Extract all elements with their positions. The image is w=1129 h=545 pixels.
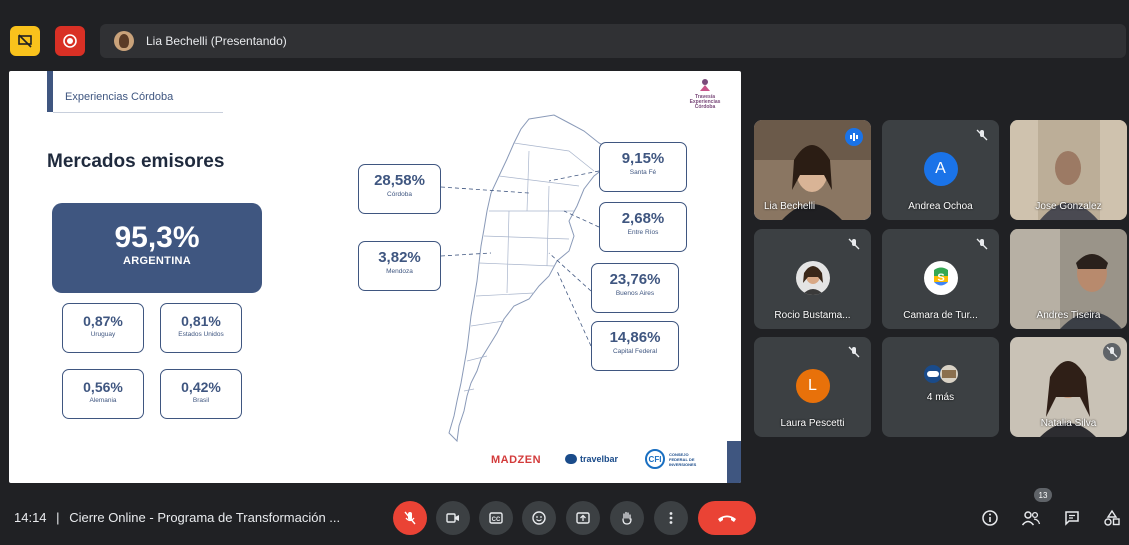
sponsor-travelbar: travelbar	[565, 454, 618, 464]
mic-off-icon	[976, 238, 988, 250]
present-toggle-button[interactable]	[10, 26, 40, 56]
captions-icon: CC	[489, 512, 503, 524]
reactions-button[interactable]	[522, 501, 556, 535]
people-icon	[1021, 511, 1041, 526]
people-button[interactable]	[1019, 506, 1043, 530]
mic-off-icon	[976, 129, 988, 141]
mic-off-icon	[1103, 343, 1121, 361]
more-vert-icon	[669, 512, 673, 524]
chat-icon	[1065, 511, 1079, 526]
tile-laura-pescetti[interactable]: L Laura Pescetti	[754, 337, 871, 437]
present-now-button[interactable]	[566, 501, 600, 535]
meeting-details-button[interactable]	[978, 506, 1002, 530]
avatar: L	[795, 369, 830, 403]
bottom-bar: 14:14 | Cierre Online - Programa de Tran…	[0, 488, 1129, 542]
map-stat-buenos-aires: 23,76% Buenos Aires	[591, 263, 679, 313]
map-stat-entre-rios: 2,68% Entre Ríos	[599, 202, 687, 252]
map-outline	[448, 114, 615, 443]
presenter-name: Lia Bechelli (Presentando)	[146, 34, 287, 48]
activities-button[interactable]	[1100, 506, 1124, 530]
map-province-lines	[463, 142, 595, 392]
record-icon	[63, 34, 77, 48]
presentation-off-icon	[18, 34, 32, 48]
tile-lia-bechelli[interactable]: Lia Bechelli	[754, 120, 871, 220]
raise-hand-button[interactable]	[610, 501, 644, 535]
presenter-avatar	[114, 31, 134, 51]
hand-icon	[622, 511, 632, 525]
tile-jose-gonzalez[interactable]: Jose Gonzalez	[1010, 120, 1127, 220]
captions-button[interactable]: CC	[479, 501, 513, 535]
shared-slide: Experiencias Córdoba Travesía Experienci…	[9, 71, 741, 483]
mic-toggle-button[interactable]	[393, 501, 427, 535]
avatar: A	[923, 152, 958, 186]
participant-name: Rocio Bustama...	[774, 310, 851, 321]
more-label: 4 más	[926, 392, 955, 403]
participant-name: Camara de Tur...	[903, 310, 978, 321]
travelbar-logo-icon	[565, 454, 577, 464]
speaking-indicator-icon	[845, 128, 863, 146]
camera-toggle-button[interactable]	[436, 501, 470, 535]
mic-off-icon	[848, 238, 860, 250]
tile-andrea-ochoa[interactable]: A Andrea Ochoa	[882, 120, 999, 220]
info-icon	[982, 510, 998, 526]
clock: 14:14	[14, 510, 47, 525]
tile-camara-de-tur[interactable]: S Camara de Tur...	[882, 229, 999, 329]
participant-name: Natalia Silva	[1040, 418, 1097, 429]
svg-text:CC: CC	[492, 517, 501, 523]
cfi-logo-icon: CFI	[645, 449, 665, 469]
participant-name: Jose Gonzalez	[1035, 201, 1102, 212]
map-stat-cordoba: 28,58% Córdoba	[358, 164, 441, 214]
slide-corner-bar	[727, 441, 741, 483]
tile-more-participants[interactable]: 4 más	[882, 337, 999, 437]
chat-button[interactable]	[1060, 506, 1084, 530]
end-call-icon	[718, 515, 736, 522]
meeting-title: Cierre Online - Programa de Transformaci…	[69, 510, 341, 525]
participant-name: Laura Pescetti	[780, 418, 845, 429]
participant-count-badge: 13	[1034, 488, 1052, 502]
presenter-banner: Lia Bechelli (Presentando)	[100, 24, 1126, 58]
leave-call-button[interactable]	[698, 501, 756, 535]
tile-natalia-silva[interactable]: Natalia Silva	[1010, 337, 1127, 437]
sponsor-cfi: CFI CONSEJO FEDERAL DE INVERSIONES	[645, 448, 705, 470]
tile-rocio-bustama[interactable]: Rocio Bustama...	[754, 229, 871, 329]
meet-window: Lia Bechelli (Presentando) Experiencias …	[0, 0, 1129, 545]
more-avatars	[922, 363, 962, 385]
emoji-icon	[532, 511, 546, 525]
map-stat-mendoza: 3,82% Mendoza	[358, 241, 441, 291]
avatar: S	[923, 261, 958, 295]
map-stat-capital-federal: 14,86% Capital Federal	[591, 321, 679, 371]
mic-off-icon	[848, 346, 860, 358]
map-stat-santa-fe: 9,15% Santa Fé	[599, 142, 687, 192]
meeting-info: 14:14 | Cierre Online - Programa de Tran…	[14, 510, 341, 525]
present-screen-icon	[576, 512, 590, 524]
tile-andres-tiseira[interactable]: Andres Tiseira	[1010, 229, 1127, 329]
stop-presenting-button[interactable]	[55, 26, 85, 56]
mic-off-icon	[404, 511, 416, 525]
sponsor-madzen: MADZEN	[491, 454, 542, 466]
top-bar: Lia Bechelli (Presentando)	[0, 24, 1129, 58]
svg-text:S: S	[937, 272, 944, 284]
avatar	[795, 261, 830, 295]
connector-lines	[440, 170, 600, 347]
participant-name: Andrea Ochoa	[908, 201, 973, 212]
camera-icon	[446, 513, 459, 523]
more-options-button[interactable]	[654, 501, 688, 535]
participant-name: Lia Bechelli	[764, 201, 816, 212]
activities-icon	[1104, 509, 1120, 526]
participant-name: Andres Tiseira	[1036, 310, 1101, 321]
